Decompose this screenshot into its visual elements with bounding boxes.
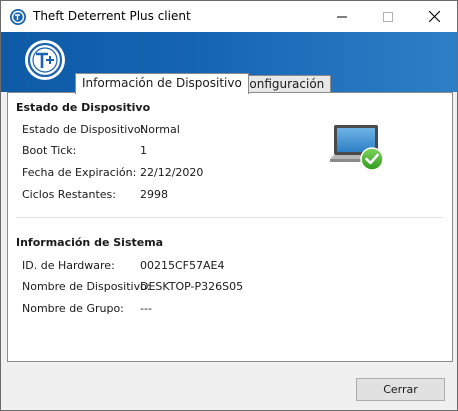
close-icon (428, 11, 440, 22)
laptop-check-icon (330, 123, 388, 175)
system-info-heading: Información de Sistema (16, 236, 164, 249)
window-title: Theft Deterrent Plus client (33, 9, 191, 23)
device-status-value: Normal (140, 123, 180, 136)
expiration-date-label: Fecha de Expiración: (22, 166, 137, 179)
app-icon (9, 8, 27, 26)
device-name-value: DESKTOP-P326S05 (140, 280, 244, 293)
tab-informacion-dispositivo[interactable]: Información de Dispositivo (75, 73, 249, 94)
minimize-icon (337, 16, 347, 17)
remaining-cycles-value: 2998 (140, 188, 168, 201)
group-name-label: Nombre de Grupo: (22, 302, 124, 315)
app-window: Theft Deterrent Plus client Configuració… (0, 0, 458, 411)
maximize-button[interactable] (365, 1, 411, 32)
device-name-label: Nombre de Dispositivo: (22, 280, 151, 293)
close-button[interactable]: Cerrar (356, 378, 445, 401)
section-divider (16, 217, 443, 218)
title-bar[interactable]: Theft Deterrent Plus client (1, 1, 457, 32)
hardware-id-value: 00215CF57AE4 (140, 259, 225, 272)
group-name-value: --- (140, 302, 152, 315)
close-window-button[interactable] (411, 1, 457, 32)
tab-panel: Estado de Dispositivo Estado de Disposit… (7, 92, 453, 362)
expiration-date-value: 22/12/2020 (140, 166, 204, 179)
boot-tick-label: Boot Tick: (22, 144, 77, 157)
device-status-heading: Estado de Dispositivo (16, 101, 151, 114)
maximize-icon (383, 11, 393, 22)
boot-tick-value: 1 (140, 144, 147, 157)
device-status-label: Estado de Dispositivo: (22, 123, 145, 136)
minimize-button[interactable] (319, 1, 365, 32)
hardware-id-label: ID. de Hardware: (22, 259, 115, 272)
remaining-cycles-label: Ciclos Restantes: (22, 188, 116, 201)
brand-logo (23, 38, 67, 82)
